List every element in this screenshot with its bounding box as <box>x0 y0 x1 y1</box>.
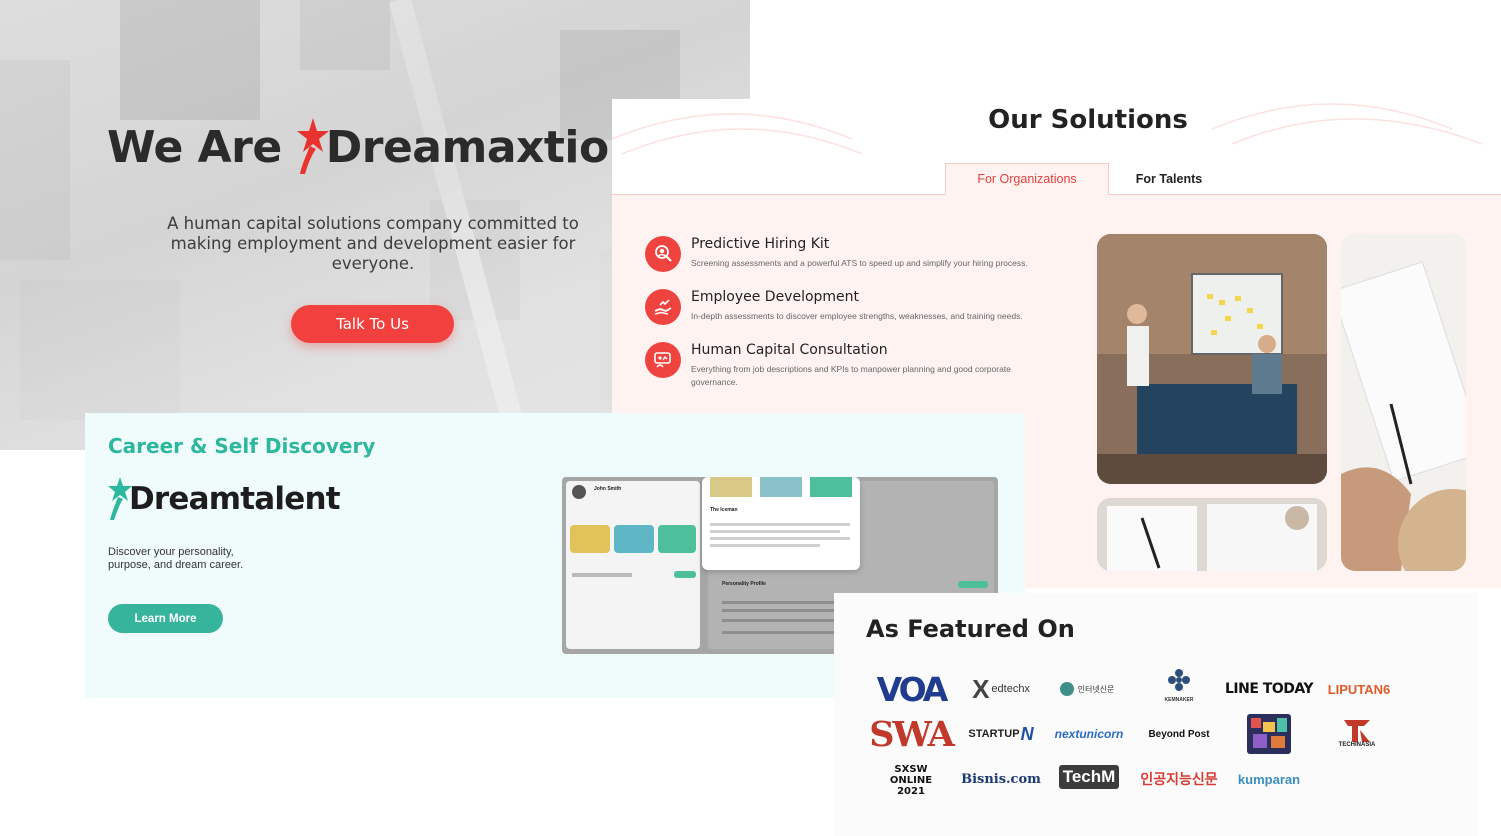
solutions-title: Our Solutions <box>988 105 1188 135</box>
line-today-logo: LINE TODAY <box>1225 681 1314 697</box>
profile-card: John Smith <box>566 481 700 649</box>
dreamaxtion-logo: Dreamaxtion <box>296 118 640 176</box>
hero-title-prefix: We Are <box>107 121 282 173</box>
mock-section-label: Personality Profile <box>722 581 766 587</box>
featured-heading: As Featured On <box>866 615 1075 643</box>
hero-title: We Are Dreamaxtion <box>107 118 640 176</box>
solutions-tabs: For Organizations For Talents <box>612 163 1501 195</box>
ai-newspaper-logo: 인공지능신문 <box>1140 771 1218 787</box>
kemnaker-logo: KEMNAKER <box>1134 665 1224 705</box>
techinasia-logo: TECHINASIA <box>1312 712 1402 752</box>
personality-tile <box>710 477 752 497</box>
tab-for-talents[interactable]: For Talents <box>1109 163 1229 195</box>
consultation-icon <box>645 342 681 378</box>
desk-papers-photo <box>1097 498 1327 571</box>
sxsw-logo: SXSW ONLINE 2021 <box>889 763 933 797</box>
dreamtalent-logo: Dreamtalent <box>108 477 341 521</box>
star-figure-icon <box>296 118 329 174</box>
talk-to-us-button[interactable]: Talk To Us <box>291 305 454 343</box>
featured-section: As Featured On VOA X edtechx 인터넷신문 KEMNA… <box>834 593 1478 836</box>
kumparan-logo: kumparan <box>1237 771 1301 787</box>
avatar <box>572 485 586 499</box>
mock-text-line <box>710 523 850 526</box>
swa-logo: SWA <box>869 713 954 755</box>
solution-item: Predictive Hiring Kit Screening assessme… <box>645 236 1053 272</box>
hero-brand: Dreamaxtion <box>325 121 640 173</box>
dreamtalent-brand: Dreamtalent <box>129 481 341 517</box>
edtechx-logo: X edtechx <box>972 673 1030 704</box>
mock-user-name: John Smith <box>594 486 622 492</box>
mock-button <box>958 581 988 588</box>
nextunicorn-logo: nextunicorn <box>1054 727 1124 741</box>
mock-button <box>674 571 696 578</box>
personality-tile <box>570 525 610 553</box>
learn-more-button[interactable]: Learn More <box>108 604 223 633</box>
hand-growth-icon <box>645 289 681 325</box>
startup-logo: STARTUP N <box>968 723 1034 744</box>
tab-for-organizations[interactable]: For Organizations <box>945 163 1109 195</box>
mock-text-line <box>710 530 840 533</box>
personality-tile <box>614 525 654 553</box>
solution-name: Employee Development <box>691 289 860 305</box>
notebook-writing-photo <box>1341 234 1466 571</box>
office-meeting-photo <box>1097 234 1327 484</box>
personality-popup: The Iceman <box>702 477 860 570</box>
solution-description: Everything from job descriptions and KPI… <box>691 364 1011 387</box>
solution-description: In-depth assessments to discover employe… <box>691 311 1023 321</box>
solution-name: Predictive Hiring Kit <box>691 236 830 252</box>
personality-tile <box>760 477 802 497</box>
mock-text-line <box>710 537 850 540</box>
person-search-icon <box>645 236 681 272</box>
techm-logo: TechM <box>1044 757 1134 797</box>
personality-tile <box>658 525 696 553</box>
solution-description: Screening assessments and a powerful ATS… <box>691 258 1028 268</box>
archipelageek-logo: ARCHIPELAGEEK <box>1224 714 1314 754</box>
hero-subtitle: A human capital solutions company commit… <box>167 214 579 273</box>
solution-item: Employee Development In-depth assessment… <box>645 289 1053 325</box>
career-heading: Career & Self Discovery <box>108 434 376 458</box>
internet-newspaper-logo: 인터넷신문 <box>1042 669 1132 709</box>
voa-logo: VOA <box>876 669 949 709</box>
career-description: Discover your personality, purpose, and … <box>108 546 244 571</box>
solution-name: Human Capital Consultation <box>691 342 888 358</box>
liputan6-logo: LIPUTAN6 <box>1327 681 1391 697</box>
bisnis-logo: Bisnis.com <box>961 771 1041 787</box>
beyond-post-logo: Beyond Post <box>1148 728 1210 740</box>
mock-text-line <box>710 544 820 547</box>
page: We Are Dreamaxtion A human capital solut… <box>0 0 1501 836</box>
popup-title: The Iceman <box>710 507 738 513</box>
solution-item: Human Capital Consultation Everything fr… <box>645 342 1053 389</box>
mock-text-line <box>572 573 632 577</box>
personality-tile <box>810 477 852 497</box>
